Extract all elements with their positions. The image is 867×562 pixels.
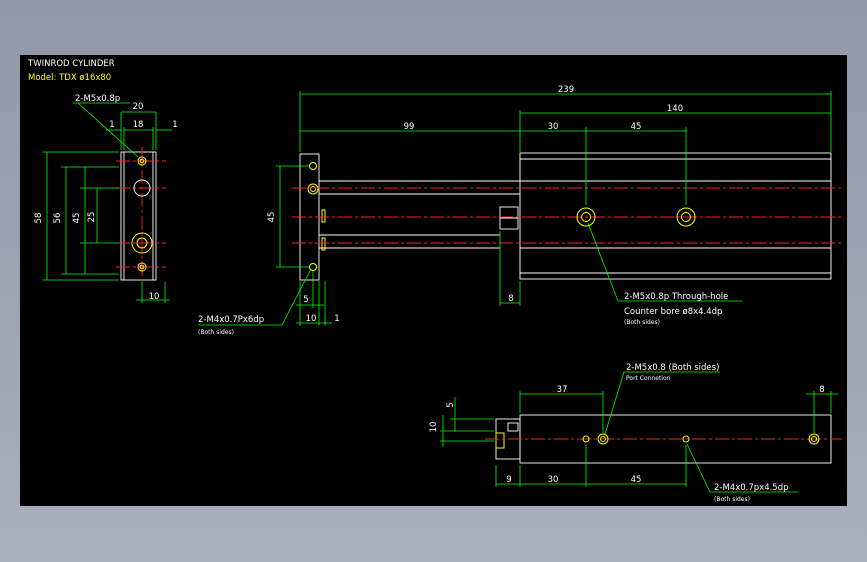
dim-37: 37: [557, 385, 568, 395]
dim-1: 1: [334, 314, 339, 324]
dim-10-bottom: 10: [149, 292, 160, 302]
dim-5-bottom: 5: [446, 402, 456, 407]
callout-through-hole: 2-M5x0.8p Through-hole: [624, 292, 728, 302]
plate-hole: [309, 162, 317, 170]
dim-9: 9: [506, 475, 511, 485]
dim-30-bottom: 30: [548, 475, 559, 485]
side-view: 239 140 99 30 45 45 5 10 1 8 2-M4x0.7Px6…: [198, 85, 842, 336]
callout-port: 2-M5x0.8 (Both sides): [626, 363, 719, 373]
callout-m4: 2-M4x0.7Px6dp: [198, 315, 264, 325]
dim-239: 239: [558, 85, 574, 95]
cylinder-body: [519, 152, 832, 280]
dim-99: 99: [404, 122, 415, 132]
dim-10: 10: [306, 314, 317, 324]
end-view-callout: 2-M5x0.8p: [75, 94, 120, 104]
dim-56: 56: [53, 213, 63, 224]
dim-1-left: 1: [109, 120, 114, 130]
dim-45-bottom: 45: [631, 475, 642, 485]
dim-58: 58: [34, 213, 44, 224]
dim-30-top: 30: [548, 122, 559, 132]
dim-plate-45: 45: [267, 212, 277, 223]
cad-drawing: TWINROD CYLINDER Model: TDX ø16x80 20 18…: [27, 59, 842, 503]
dim-10-bottom-view: 10: [429, 422, 439, 433]
dim-25: 25: [87, 212, 97, 223]
dim-18: 18: [133, 120, 144, 130]
bottom-view: 37 8 5 10 9 30 45 2-M5x0.8 (Both sides) …: [429, 363, 842, 503]
dim-45: 45: [72, 213, 82, 224]
bottom-plate-detail: [495, 432, 505, 449]
callout-port-2: Port Connetion: [626, 375, 671, 382]
callout-through-hole-sub: (Both sides): [624, 319, 660, 326]
callout-bottom-sub: (Both sides): [714, 496, 750, 503]
dim-8-bottom: 8: [819, 385, 824, 395]
dim-8: 8: [508, 294, 513, 304]
dim-140: 140: [667, 104, 683, 114]
plate-detail: [321, 209, 326, 223]
dim-20: 20: [133, 102, 144, 112]
dim-45-top: 45: [631, 122, 642, 132]
dim-1-right: 1: [172, 120, 177, 130]
drawing-viewport[interactable]: TWINROD CYLINDER Model: TDX ø16x80 20 18…: [20, 55, 847, 506]
drawing-title: TWINROD CYLINDER: [27, 59, 115, 69]
plate-hole: [307, 183, 319, 195]
callout-m4-sub: (Both sides): [198, 329, 234, 336]
model-label: Model: TDX ø16x80: [28, 73, 111, 83]
end-view-body: [120, 151, 157, 281]
dim-5: 5: [303, 295, 308, 305]
callout-bottom: 2-M4x0.7px4.5dp: [714, 483, 789, 493]
plate-hole: [310, 186, 316, 192]
end-view: 20 18 1 1 2-M5x0.8p 58 56 45 25 10: [34, 94, 178, 303]
callout-counter-bore: Counter bore ø8x4.4dp: [624, 307, 722, 317]
